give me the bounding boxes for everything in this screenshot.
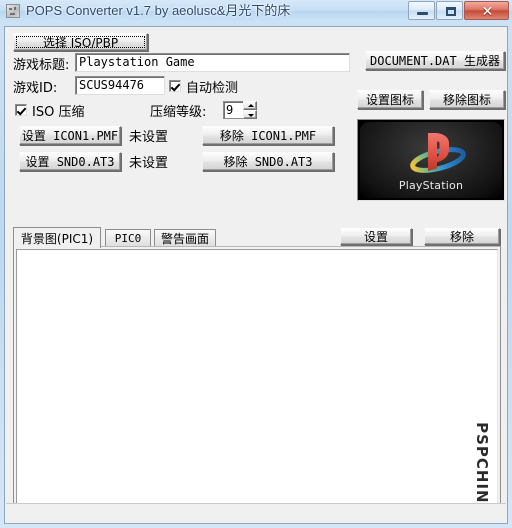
compress-level-stepper[interactable]: 9 (223, 101, 257, 119)
select-iso-button[interactable]: 选择 ISO/PBP (13, 33, 148, 51)
compress-level-value[interactable]: 9 (223, 101, 243, 119)
remove-snd0-button[interactable]: 移除 SND0.AT3 (202, 152, 334, 171)
minimize-button[interactable] (408, 1, 435, 20)
set-icon1-button[interactable]: 设置 ICON1.PMF (19, 126, 121, 145)
remove-icon-button[interactable]: 移除图标 (429, 90, 505, 109)
tab-pic0[interactable]: PIC0 (105, 229, 151, 246)
stepper-buttons (243, 101, 257, 119)
icon1-status-label: 未设置 (129, 130, 169, 145)
title-bar: POPS Converter v1.7 by aeolusc&月光下的床 ✕ (0, 0, 512, 22)
client-area: 选择 ISO/PBP 游戏标题: Playstation Game 游戏ID: … (4, 26, 508, 524)
snd0-status-label: 未设置 (129, 156, 169, 171)
remove-icon1-button[interactable]: 移除 ICON1.PMF (202, 126, 334, 145)
background-image-preview[interactable]: PSPCHINAwww. Win7系统之家 Www.Winwin7.com (16, 249, 498, 512)
auto-detect-checkbox[interactable]: 自动检测 (169, 77, 239, 96)
icon-preview-image: PlayStation (360, 122, 502, 198)
pspchina-watermark-text: PSPCHINAwww. (473, 422, 491, 512)
application-window: POPS Converter v1.7 by aeolusc&月光下的床 ✕ 选… (0, 0, 512, 528)
remove-image-button[interactable]: 移除 (424, 228, 500, 245)
iso-compress-label: ISO 压缩 (32, 104, 85, 120)
close-button[interactable]: ✕ (464, 1, 509, 20)
auto-detect-label: 自动检测 (186, 80, 239, 96)
set-snd0-button[interactable]: 设置 SND0.AT3 (19, 152, 121, 171)
form-panel: 选择 ISO/PBP 游戏标题: Playstation Game 游戏ID: … (5, 27, 507, 523)
icon-preview-panel[interactable]: PlayStation (357, 119, 505, 201)
iso-compress-checkbox[interactable]: ISO 压缩 (15, 101, 85, 120)
close-icon: ✕ (481, 3, 494, 19)
app-icon (6, 4, 20, 18)
maximize-icon (446, 7, 456, 16)
maximize-button[interactable] (436, 1, 463, 20)
game-title-input[interactable]: Playstation Game (75, 53, 350, 72)
window-title: POPS Converter v1.7 by aeolusc&月光下的床 (26, 3, 291, 18)
tab-warning-screen[interactable]: 警告画面 (154, 229, 216, 246)
checkbox-checked-icon (169, 80, 181, 92)
tab-body: PSPCHINAwww. Win7系统之家 Www.Winwin7.com (13, 246, 501, 515)
playstation-caption: PlayStation (398, 179, 464, 192)
stepper-down-icon[interactable] (243, 110, 257, 119)
game-id-label: 游戏ID: (13, 80, 58, 96)
minimize-icon (417, 12, 428, 15)
window-controls: ✕ (407, 1, 509, 20)
game-title-label: 游戏标题: (13, 57, 70, 73)
compress-level-label: 压缩等级: (150, 104, 207, 120)
set-icon-button[interactable]: 设置图标 (357, 90, 423, 109)
playstation-logo-icon (410, 133, 466, 173)
game-id-input[interactable]: SCUS94476 (75, 76, 165, 95)
stepper-up-icon[interactable] (243, 101, 257, 110)
image-tab-panel: 背景图(PIC1) PIC0 警告画面 设置 移除 PSPCHINA (13, 227, 501, 515)
status-bar (6, 503, 506, 522)
document-dat-generator-button[interactable]: DOCUMENT.DAT 生成器 (365, 51, 505, 70)
tab-background-pic1[interactable]: 背景图(PIC1) (13, 227, 101, 248)
checkbox-checked-icon (15, 104, 27, 116)
set-image-button[interactable]: 设置 (340, 228, 412, 245)
